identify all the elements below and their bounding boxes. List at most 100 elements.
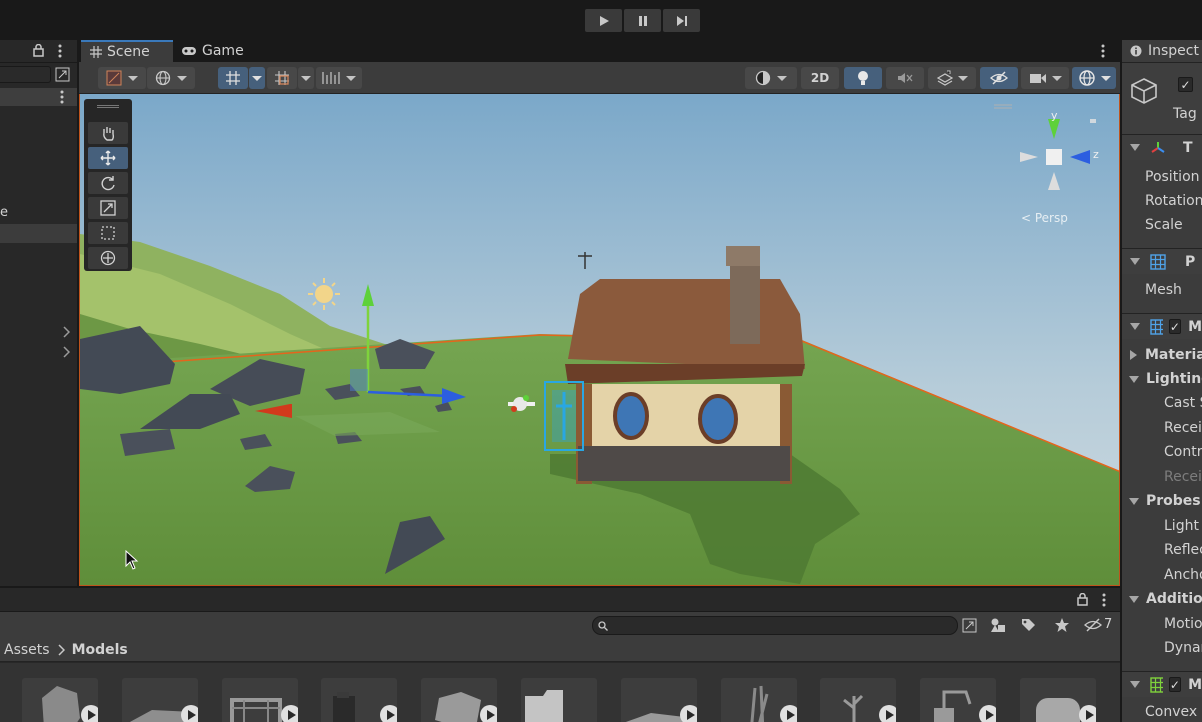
camera-settings-dropdown[interactable] [1021, 67, 1069, 89]
expand-asset-button[interactable] [81, 705, 98, 722]
property-anchor-override[interactable]: Ancho [1122, 563, 1202, 587]
scene-render[interactable] [80, 94, 1120, 586]
hierarchy-scene-header[interactable] [0, 88, 77, 106]
component-header-transform[interactable]: T [1122, 134, 1202, 160]
chevron-right-icon[interactable] [62, 346, 70, 358]
property-cast-shadows[interactable]: Cast S [1122, 391, 1202, 415]
expand-asset-button[interactable] [1079, 705, 1096, 722]
component-header-mesh-filter[interactable]: P [1122, 248, 1202, 274]
expand-asset-button[interactable] [480, 705, 497, 722]
component-enabled-checkbox[interactable]: ✓ [1168, 677, 1182, 692]
asset-thumbnail-grass[interactable] [721, 678, 797, 722]
filter-type-icon[interactable] [990, 617, 1006, 633]
lock-view-icon[interactable] [1090, 119, 1096, 123]
step-button[interactable] [663, 9, 700, 32]
property-dynamic-occlusion[interactable]: Dynar [1122, 636, 1202, 660]
component-header-mesh-collider[interactable]: ✓ M [1122, 671, 1202, 697]
grid-snap-dropdown[interactable] [249, 67, 265, 89]
component-header-mesh-renderer[interactable]: ✓ M [1122, 313, 1202, 339]
foldout-probes[interactable]: Probes [1122, 489, 1202, 513]
asset-thumbnail-tile[interactable] [621, 678, 697, 722]
property-scale[interactable]: Scale [1122, 213, 1202, 237]
kebab-menu-icon[interactable] [57, 44, 63, 58]
tab-game[interactable]: Game [181, 40, 261, 62]
expand-asset-button[interactable] [281, 705, 298, 722]
lock-icon[interactable] [33, 44, 44, 57]
property-convex[interactable]: Convex [1122, 700, 1202, 722]
kebab-menu-icon[interactable] [59, 90, 65, 104]
foldout-additional-settings[interactable]: Additio [1122, 587, 1202, 611]
camera-shading-dropdown[interactable] [745, 67, 797, 89]
property-light-probes[interactable]: Light [1122, 514, 1202, 538]
kebab-menu-icon[interactable] [1101, 593, 1107, 607]
property-receive-shadows[interactable]: Recei [1122, 416, 1202, 440]
scene-visibility-toggle[interactable] [980, 67, 1018, 89]
asset-thumbnail-box[interactable] [321, 678, 397, 722]
asset-thumbnail-plant[interactable] [820, 678, 896, 722]
cottage-model[interactable] [565, 246, 805, 484]
asset-thumbnail-pump[interactable] [920, 678, 996, 722]
effects-dropdown[interactable] [928, 67, 976, 89]
gameobject-cube-icon[interactable] [1130, 77, 1158, 105]
rotate-tool-button[interactable] [88, 172, 128, 194]
breadcrumb-models[interactable]: Models [72, 642, 128, 658]
property-rotation[interactable]: Rotation [1122, 189, 1202, 213]
gizmos-dropdown[interactable] [1072, 67, 1116, 89]
asset-thumbnail-cart[interactable] [222, 678, 298, 722]
search-options-icon[interactable] [55, 67, 70, 82]
rect-tool-button[interactable] [88, 222, 128, 244]
property-motion-vectors[interactable]: Motio [1122, 612, 1202, 636]
foldout-lighting[interactable]: Lighting [1122, 367, 1202, 391]
lighting-toggle[interactable] [844, 67, 882, 89]
project-search-input[interactable] [592, 616, 958, 635]
draw-mode-dropdown[interactable] [98, 67, 146, 89]
tab-scene[interactable]: Scene [81, 40, 173, 62]
favorite-star-icon[interactable] [1054, 617, 1070, 633]
snap-increment-toggle[interactable] [267, 67, 297, 89]
property-position[interactable]: Position [1122, 165, 1202, 189]
label-tag-icon[interactable] [1020, 617, 1036, 633]
expand-asset-button[interactable] [380, 705, 397, 722]
expand-asset-button[interactable] [680, 705, 697, 722]
move-gizmo-plane[interactable] [350, 369, 368, 391]
expand-asset-button[interactable] [181, 705, 198, 722]
hierarchy-item[interactable]: e [0, 205, 8, 220]
scene-viewport[interactable]: y z < Persp [79, 94, 1120, 586]
play-button[interactable] [585, 9, 622, 32]
toggle-2d-button[interactable]: 2D [801, 67, 839, 89]
projection-toggle[interactable]: < Persp [1021, 211, 1068, 225]
snap-increment-dropdown[interactable] [298, 67, 314, 89]
tab-inspector[interactable]: Inspect [1122, 40, 1202, 62]
audio-toggle[interactable] [886, 67, 924, 89]
palette-grip[interactable] [97, 105, 119, 108]
hierarchy-search-input[interactable] [0, 66, 51, 83]
component-enabled-checkbox[interactable]: ✓ [1168, 319, 1182, 334]
render-mode-dropdown[interactable] [147, 67, 195, 89]
move-tool-button[interactable] [88, 147, 128, 169]
asset-thumbnail-barrel[interactable] [1020, 678, 1096, 722]
asset-thumbnail-stone[interactable] [421, 678, 497, 722]
property-mesh[interactable]: Mesh [1122, 278, 1202, 302]
hierarchy-selected-item[interactable] [0, 224, 77, 243]
breadcrumb-assets[interactable]: Assets [4, 642, 50, 658]
property-contribute-gi[interactable]: Contr [1122, 440, 1202, 464]
scale-tool-button[interactable] [88, 197, 128, 219]
hidden-packages-icon[interactable] [1084, 618, 1102, 632]
transform-tool-button[interactable] [88, 247, 128, 269]
kebab-menu-icon[interactable] [1100, 44, 1106, 58]
expand-asset-button[interactable] [979, 705, 996, 722]
chevron-right-icon[interactable] [62, 326, 70, 338]
asset-thumbnail-folder[interactable] [521, 678, 597, 722]
gameobject-active-checkbox[interactable]: ✓ [1178, 77, 1193, 92]
expand-asset-button[interactable] [879, 705, 896, 722]
property-reflection-probes[interactable]: Reflec [1122, 538, 1202, 562]
grid-snap-toggle[interactable] [218, 67, 248, 89]
hand-tool-button[interactable] [88, 122, 128, 144]
search-by-type-icon[interactable] [962, 618, 977, 633]
expand-asset-button[interactable] [780, 705, 797, 722]
lock-icon[interactable] [1077, 593, 1088, 606]
increment-snap-dropdown[interactable] [316, 67, 362, 89]
foldout-materials[interactable]: Materia [1122, 343, 1202, 367]
asset-thumbnail-plank[interactable] [122, 678, 198, 722]
asset-thumbnail-rock[interactable] [22, 678, 98, 722]
